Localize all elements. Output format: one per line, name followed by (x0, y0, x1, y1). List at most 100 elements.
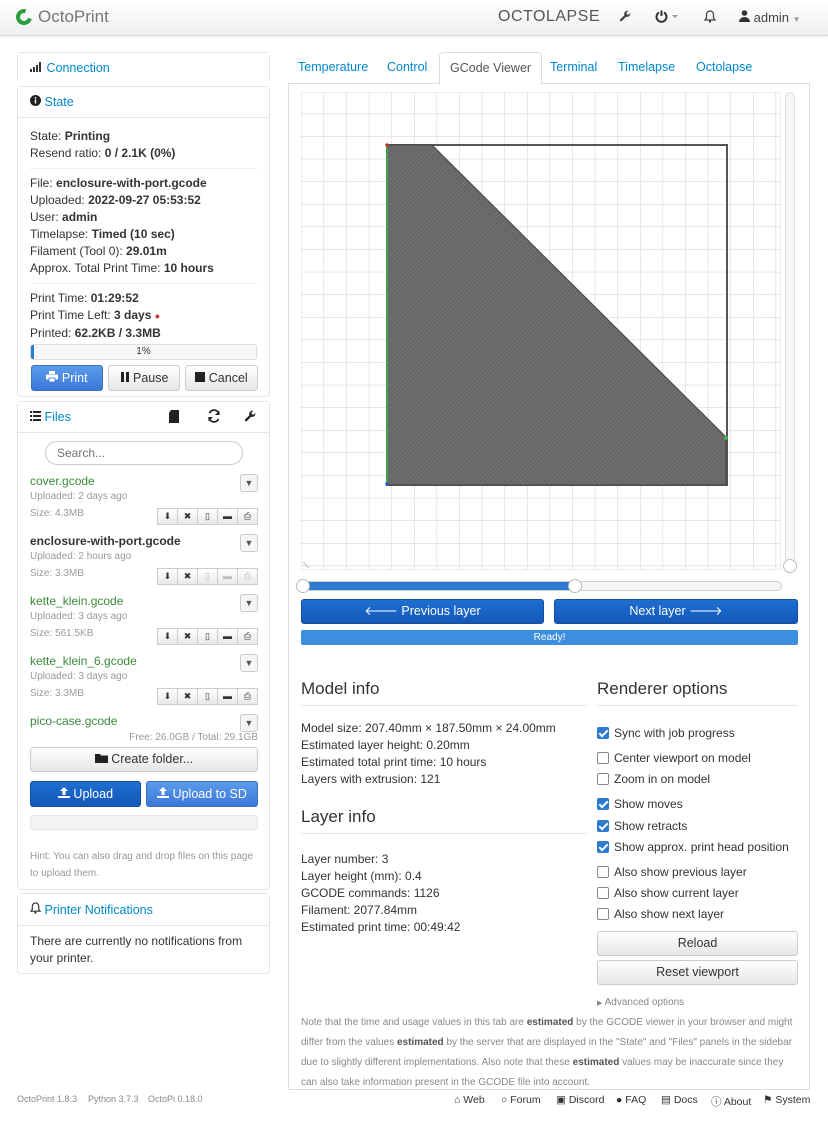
footer-link-forum[interactable]: ○ Forum (501, 1094, 541, 1106)
file-name[interactable]: kette_klein.gcode (30, 594, 258, 608)
notifications-header[interactable]: Printer Notifications (18, 894, 269, 926)
remove-icon[interactable]: ✖ (177, 628, 198, 645)
power-menu-icon[interactable] (655, 10, 679, 26)
user-menu[interactable]: admin ▼ (739, 10, 801, 25)
file-name[interactable]: enclosure-with-port.gcode (30, 534, 258, 548)
files-header[interactable]: Files (18, 402, 269, 433)
sd-card-icon[interactable] (169, 410, 179, 426)
tab-octolapse[interactable]: Octolapse (686, 52, 762, 84)
file-name[interactable]: kette_klein_6.gcode (30, 654, 258, 668)
reset-viewport-button[interactable]: Reset viewport (597, 960, 798, 985)
trash-icon[interactable]: ▯ (197, 628, 218, 645)
tab-control[interactable]: Control (377, 52, 437, 84)
gcode-canvas[interactable] (301, 92, 781, 570)
option-show-retracts[interactable]: Show retracts (597, 819, 687, 833)
brand-link[interactable]: OctoPrint (13, 6, 109, 28)
cancel-button[interactable]: Cancel (185, 365, 258, 391)
reload-button[interactable]: Reload (597, 931, 798, 956)
bell-icon[interactable] (703, 10, 717, 26)
next-layer-button[interactable]: Next layer 🡒 (554, 599, 798, 624)
print-icon[interactable]: ⎙ (237, 568, 258, 585)
state-header[interactable]: State (18, 87, 269, 118)
download-icon[interactable]: ⬇ (157, 688, 178, 705)
file-search-input[interactable] (45, 441, 243, 465)
connection-header[interactable]: Connection (18, 53, 269, 83)
option-sync-job[interactable]: Sync with job progress (597, 726, 735, 740)
file-expand-toggle[interactable]: ▼ (240, 474, 258, 492)
previous-layer-button[interactable]: 🡐 Previous layer (301, 599, 544, 624)
upload-sd-button[interactable]: Upload to SD (146, 781, 258, 807)
footer-link-about[interactable]: ⓘ About (711, 1094, 751, 1109)
tab-terminal[interactable]: Terminal (540, 52, 607, 84)
create-folder-button[interactable]: Create folder... (30, 747, 258, 772)
checkbox[interactable] (597, 798, 609, 810)
refresh-icon[interactable] (207, 409, 221, 426)
checkbox[interactable] (597, 908, 609, 920)
checkbox[interactable] (597, 752, 609, 764)
pause-button[interactable]: Pause (108, 365, 180, 391)
checkbox[interactable] (597, 773, 609, 785)
folder-move-icon[interactable]: ▬ (217, 628, 238, 645)
file-item-enclosure[interactable]: enclosure-with-port.gcode Uploaded: 2 ho… (30, 534, 258, 586)
wrench-icon[interactable] (619, 10, 632, 26)
files-link[interactable]: Files (44, 410, 70, 424)
footer-link-web[interactable]: ⌂ Web (454, 1094, 485, 1106)
checkbox[interactable] (597, 866, 609, 878)
trash-icon[interactable]: ▯ (197, 688, 218, 705)
estimate-dot-icon[interactable]: ● (155, 311, 160, 321)
vertical-slider-handle[interactable] (783, 559, 797, 573)
trash-icon[interactable]: ▯ (197, 508, 218, 525)
file-item-kette-klein-6[interactable]: kette_klein_6.gcode Uploaded: 3 days ago… (30, 654, 258, 706)
file-item-pico-case[interactable]: pico-case.gcode ▼ (30, 714, 258, 732)
file-item-cover[interactable]: cover.gcode Uploaded: 2 days ago Size: 4… (30, 474, 258, 526)
option-current-layer[interactable]: Also show current layer (597, 886, 739, 900)
checkbox[interactable] (597, 887, 609, 899)
horizontal-progress-slider[interactable] (301, 581, 782, 591)
download-icon[interactable]: ⬇ (157, 568, 178, 585)
folder-move-icon[interactable]: ▬ (217, 508, 238, 525)
option-previous-layer[interactable]: Also show previous layer (597, 865, 747, 879)
tab-timelapse[interactable]: Timelapse (608, 52, 685, 84)
horizontal-slider-start-handle[interactable] (296, 579, 310, 593)
option-show-head-position[interactable]: Show approx. print head position (597, 840, 789, 854)
print-icon[interactable]: ⎙ (237, 688, 258, 705)
option-next-layer[interactable]: Also show next layer (597, 907, 724, 921)
print-icon[interactable]: ⎙ (237, 628, 258, 645)
vertical-layer-slider[interactable] (785, 92, 795, 564)
checkbox[interactable] (597, 841, 609, 853)
file-expand-toggle[interactable]: ▼ (240, 714, 258, 732)
upload-button[interactable]: Upload (30, 781, 141, 807)
download-icon[interactable]: ⬇ (157, 508, 178, 525)
file-expand-toggle[interactable]: ▼ (240, 594, 258, 612)
state-link[interactable]: State (44, 95, 73, 109)
folder-move-icon[interactable]: ▬ (217, 688, 238, 705)
print-icon[interactable]: ⎙ (237, 508, 258, 525)
octolapse-nav-title[interactable]: OCTOLAPSE (498, 8, 600, 26)
file-name[interactable]: cover.gcode (30, 474, 258, 488)
remove-icon[interactable]: ✖ (177, 508, 198, 525)
file-expand-toggle[interactable]: ▼ (240, 534, 258, 552)
remove-icon[interactable]: ✖ (177, 688, 198, 705)
connection-link[interactable]: Connection (46, 61, 109, 75)
notifications-link[interactable]: Printer Notifications (44, 903, 152, 917)
file-expand-toggle[interactable]: ▼ (240, 654, 258, 672)
footer-link-system[interactable]: ⚑ System (763, 1094, 810, 1106)
option-zoom-model[interactable]: Zoom in on model (597, 772, 710, 786)
download-icon[interactable]: ⬇ (157, 628, 178, 645)
footer-link-faq[interactable]: ● FAQ (616, 1094, 646, 1106)
remove-icon[interactable]: ✖ (177, 568, 198, 585)
tab-gcode-viewer[interactable]: GCode Viewer (439, 52, 543, 85)
footer-link-discord[interactable]: ▣ Discord (556, 1094, 604, 1106)
print-button[interactable]: Print (31, 365, 103, 391)
trash-icon[interactable]: ▯ (197, 568, 218, 585)
footer-link-docs[interactable]: ▤ Docs (661, 1094, 698, 1106)
option-show-moves[interactable]: Show moves (597, 797, 683, 811)
checkbox[interactable] (597, 820, 609, 832)
file-name[interactable]: pico-case.gcode (30, 714, 258, 728)
checkbox[interactable] (597, 727, 609, 739)
wrench-icon[interactable] (244, 410, 257, 426)
file-item-kette-klein[interactable]: kette_klein.gcode Uploaded: 3 days ago S… (30, 594, 258, 646)
folder-move-icon[interactable]: ▬ (217, 568, 238, 585)
advanced-options-toggle[interactable]: ▶ Advanced options (597, 997, 684, 1008)
tab-temperature[interactable]: Temperature (288, 52, 378, 84)
